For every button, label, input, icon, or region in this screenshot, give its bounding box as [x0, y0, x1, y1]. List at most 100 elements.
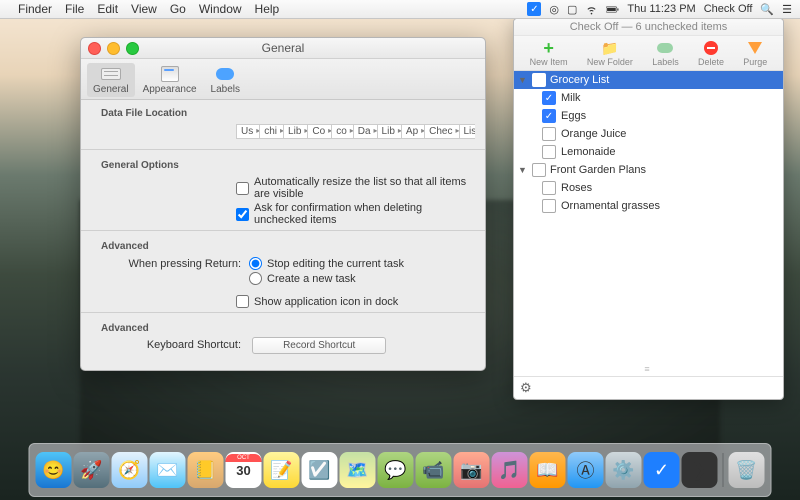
section-data-location: Data File Location	[91, 100, 475, 122]
data-path-breadcrumb[interactable]: Us chi Lib Co co Da Lib Ap Chec ListData…	[91, 122, 475, 145]
menu-go[interactable]: Go	[170, 2, 186, 16]
auto-resize-checkbox[interactable]	[236, 182, 249, 195]
menubar: Finder File Edit View Go Window Help ✓ ◎…	[0, 0, 800, 19]
resize-grip[interactable]: ≡	[514, 362, 783, 376]
new-item-button[interactable]: +New Item	[530, 39, 568, 67]
gear-icon[interactable]: ⚙	[520, 380, 532, 396]
notification-center-icon[interactable]: ☰	[782, 3, 792, 16]
zoom-button[interactable]	[126, 42, 139, 55]
show-dock-icon-checkbox[interactable]	[236, 295, 249, 308]
dock-maps[interactable]: 🗺️	[340, 452, 376, 488]
appearance-icon	[161, 66, 179, 82]
dock-photobooth[interactable]: 📷	[454, 452, 490, 488]
wifi-icon[interactable]	[585, 3, 598, 16]
dock-trash[interactable]: 🗑️	[729, 452, 765, 488]
item-checkbox[interactable]	[542, 181, 556, 195]
labels-icon	[657, 43, 673, 53]
label-icon	[216, 68, 234, 80]
record-shortcut-button[interactable]: Record Shortcut	[252, 337, 386, 354]
menu-window[interactable]: Window	[199, 2, 242, 16]
dock: 😊 🚀 🧭 ✉️ 📒 OCT30 📝 ☑️ 🗺️ 💬 📹 📷 🎵 📖 Ⓐ ⚙️ …	[29, 443, 772, 497]
purge-button[interactable]: Purge	[743, 39, 767, 67]
dock-appstore[interactable]: Ⓐ	[568, 452, 604, 488]
item-checkbox[interactable]	[542, 127, 556, 141]
dock-reminders[interactable]: ☑️	[302, 452, 338, 488]
new-folder-button[interactable]: 📁New Folder	[587, 39, 633, 67]
item-name: Lemonaide	[561, 146, 615, 158]
delete-icon	[704, 41, 718, 55]
item-checkbox[interactable]	[542, 199, 556, 213]
item-checkbox[interactable]: ✓	[542, 109, 556, 123]
prefs-toolbar: General Appearance Labels	[81, 59, 485, 100]
dock-itunes[interactable]: 🎵	[492, 452, 528, 488]
panel-toolbar: +New Item 📁New Folder Labels Delete Purg…	[514, 36, 783, 71]
dock-calendar[interactable]: OCT30	[226, 452, 262, 488]
sliders-icon	[101, 68, 121, 80]
item-checkbox[interactable]: ✓	[542, 91, 556, 105]
item-name: Eggs	[561, 110, 586, 122]
group-name: Grocery List	[550, 74, 609, 86]
return-stop-radio[interactable]	[249, 257, 262, 270]
dock-notes[interactable]: 📝	[264, 452, 300, 488]
item-name: Milk	[561, 92, 581, 104]
folder-plus-icon: 📁	[601, 40, 618, 57]
list-item[interactable]: ✓ Milk	[514, 89, 783, 107]
menu-view[interactable]: View	[131, 2, 157, 16]
menu-help[interactable]: Help	[255, 2, 280, 16]
checkoff-menubar-icon[interactable]: ✓	[527, 2, 541, 16]
checklist[interactable]: ▼ Grocery List ✓ Milk ✓ Eggs Orange Juice Lemon…	[514, 71, 783, 362]
list-item[interactable]: ✓ Eggs	[514, 107, 783, 125]
section-advanced: Advanced	[91, 233, 475, 255]
group-checkbox[interactable]	[532, 163, 546, 177]
dock-finder[interactable]: 😊	[36, 452, 72, 488]
purge-icon	[748, 42, 762, 54]
app-menu[interactable]: Finder	[18, 2, 52, 16]
list-item[interactable]: Orange Juice	[514, 125, 783, 143]
list-item[interactable]: Roses	[514, 179, 783, 197]
group-checkbox[interactable]	[532, 73, 546, 87]
tab-general[interactable]: General	[87, 63, 135, 97]
dock-separator	[723, 453, 724, 487]
window-titlebar[interactable]: General	[81, 38, 485, 59]
right-app-name[interactable]: Check Off	[704, 3, 753, 15]
display-icon[interactable]: ◎	[549, 3, 559, 16]
ask-confirmation-checkbox[interactable]	[236, 208, 249, 221]
dock-terminal[interactable]: ❯	[682, 452, 718, 488]
dock-launchpad[interactable]: 🚀	[74, 452, 110, 488]
return-new-radio[interactable]	[249, 272, 262, 285]
tab-appearance[interactable]: Appearance	[137, 63, 203, 97]
plus-icon: +	[543, 38, 554, 59]
dock-messages[interactable]: 💬	[378, 452, 414, 488]
delete-button[interactable]: Delete	[698, 39, 724, 67]
group-name: Front Garden Plans	[550, 164, 646, 176]
list-item[interactable]: Lemonaide	[514, 143, 783, 161]
dock-facetime[interactable]: 📹	[416, 452, 452, 488]
group-row[interactable]: ▼ Front Garden Plans	[514, 161, 783, 179]
airplay-icon[interactable]: ▢	[567, 3, 577, 16]
dock-system-preferences[interactable]: ⚙️	[606, 452, 642, 488]
battery-icon[interactable]	[606, 3, 619, 16]
list-item[interactable]: Ornamental grasses	[514, 197, 783, 215]
close-button[interactable]	[88, 42, 101, 55]
minimize-button[interactable]	[107, 42, 120, 55]
item-checkbox[interactable]	[542, 145, 556, 159]
dock-safari[interactable]: 🧭	[112, 452, 148, 488]
tab-labels[interactable]: Labels	[205, 63, 246, 97]
dock-contacts[interactable]: 📒	[188, 452, 224, 488]
clock[interactable]: Thu 11:23 PM	[627, 3, 695, 15]
menu-file[interactable]: File	[65, 2, 84, 16]
disclosure-triangle[interactable]: ▼	[518, 75, 528, 85]
preferences-window: General General Appearance Labels Data F…	[80, 37, 486, 371]
menu-edit[interactable]: Edit	[97, 2, 118, 16]
dock-checkoff[interactable]: ✓	[644, 452, 680, 488]
panel-title: Check Off — 6 unchecked items	[514, 19, 783, 36]
group-row[interactable]: ▼ Grocery List	[514, 71, 783, 89]
item-name: Roses	[561, 182, 592, 194]
dock-mail[interactable]: ✉️	[150, 452, 186, 488]
labels-button[interactable]: Labels	[652, 39, 679, 67]
window-title: General	[262, 41, 305, 55]
disclosure-triangle[interactable]: ▼	[518, 165, 528, 175]
spotlight-icon[interactable]: 🔍	[760, 3, 774, 16]
dock-ibooks[interactable]: 📖	[530, 452, 566, 488]
item-name: Ornamental grasses	[561, 200, 660, 212]
